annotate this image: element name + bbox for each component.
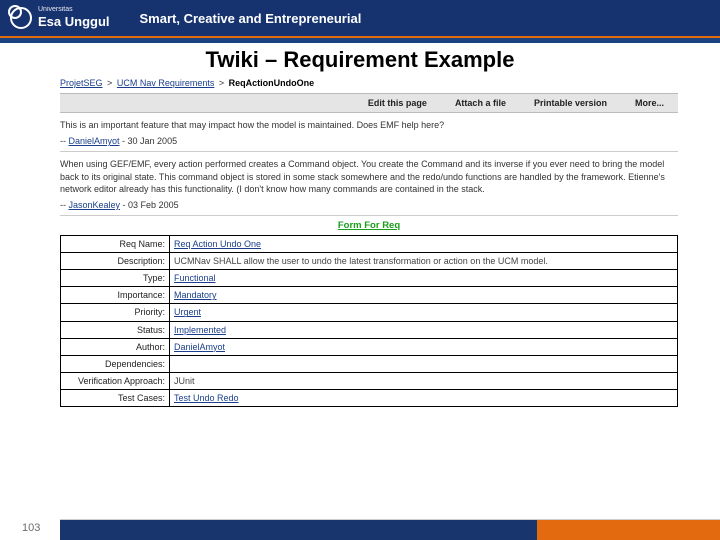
footer-color-bar (60, 520, 720, 540)
brand-top: Universitas (38, 6, 110, 13)
brand-name: Esa Unggul (38, 14, 110, 29)
table-row: Importance: Mandatory (61, 287, 678, 304)
req-name-link[interactable]: Req Action Undo One (174, 239, 261, 249)
breadcrumb-current: ReqActionUndoOne (229, 78, 315, 88)
tab-attach[interactable]: Attach a file (441, 97, 520, 109)
cell-label: Priority: (61, 304, 170, 321)
table-row: Verification Approach:JUnit (61, 372, 678, 389)
cell-label: Verification Approach: (61, 372, 170, 389)
breadcrumb-link-2[interactable]: UCM Nav Requirements (117, 78, 215, 88)
slide-footer: 103 (0, 514, 720, 540)
author-link-2[interactable]: JasonKealey (69, 200, 121, 210)
cell-label: Description: (61, 252, 170, 269)
table-row: Type: Functional (61, 270, 678, 287)
importance-link[interactable]: Mandatory (174, 290, 217, 300)
page-number: 103 (22, 522, 40, 534)
author-link-1[interactable]: DanielAmyot (69, 136, 120, 146)
cell-label: Author: (61, 338, 170, 355)
cell-value: Implemented (170, 321, 678, 338)
table-row: Author: DanielAmyot (61, 338, 678, 355)
footer-bar-blue (60, 520, 537, 540)
cell-label: Req Name: (61, 235, 170, 252)
form-title: Form For Req (60, 220, 678, 233)
cell-value: DanielAmyot (170, 338, 678, 355)
slide-content: ProjetSEG > UCM Nav Requirements > ReqAc… (0, 75, 720, 407)
table-row: Description:UCMNav SHALL allow the user … (61, 252, 678, 269)
tab-printable[interactable]: Printable version (520, 97, 621, 109)
divider (60, 151, 678, 152)
header-tagline: Smart, Creative and Entrepreneurial (140, 11, 362, 26)
cell-value: JUnit (170, 372, 678, 389)
logo-icon (10, 7, 32, 29)
cell-value (170, 355, 678, 372)
table-row: Priority: Urgent (61, 304, 678, 321)
breadcrumb-sep: > (217, 78, 226, 88)
cell-value: UCMNav SHALL allow the user to undo the … (170, 252, 678, 269)
form-author-link[interactable]: DanielAmyot (174, 342, 225, 352)
sig-date-1: 30 Jan 2005 (128, 136, 178, 146)
type-link[interactable]: Functional (174, 273, 216, 283)
priority-link[interactable]: Urgent (174, 307, 201, 317)
sig-date-2: 03 Feb 2005 (128, 200, 179, 210)
breadcrumb: ProjetSEG > UCM Nav Requirements > ReqAc… (60, 75, 678, 93)
breadcrumb-sep: > (105, 78, 114, 88)
cell-label: Importance: (61, 287, 170, 304)
tab-more[interactable]: More... (621, 97, 678, 109)
tab-edit[interactable]: Edit this page (354, 97, 441, 109)
table-row: Req Name: Req Action Undo One (61, 235, 678, 252)
cell-value: Test Undo Redo (170, 390, 678, 407)
status-link[interactable]: Implemented (174, 325, 226, 335)
table-row: Dependencies: (61, 355, 678, 372)
cell-value: Urgent (170, 304, 678, 321)
slide-title: Twiki – Requirement Example (0, 43, 720, 75)
page-action-bar: Edit this page Attach a file Printable v… (60, 93, 678, 113)
signature-1: -- DanielAmyot - 30 Jan 2005 (60, 135, 678, 147)
cell-value: Mandatory (170, 287, 678, 304)
cell-value: Functional (170, 270, 678, 287)
divider (60, 215, 678, 216)
testcases-link[interactable]: Test Undo Redo (174, 393, 239, 403)
breadcrumb-link-1[interactable]: ProjetSEG (60, 78, 103, 88)
signature-2: -- JasonKealey - 03 Feb 2005 (60, 199, 678, 211)
slide-header-bar: Universitas Esa Unggul Smart, Creative a… (0, 0, 720, 36)
requirement-form-table: Req Name: Req Action Undo One Description… (60, 235, 678, 407)
table-row: Status: Implemented (61, 321, 678, 338)
cell-value: Req Action Undo One (170, 235, 678, 252)
cell-label: Test Cases: (61, 390, 170, 407)
body-paragraph-2: When using GEF/EMF, every action perform… (60, 158, 678, 194)
footer-bar-orange (537, 520, 720, 540)
cell-label: Type: (61, 270, 170, 287)
cell-label: Dependencies: (61, 355, 170, 372)
brand-logo: Universitas Esa Unggul (10, 6, 110, 31)
table-row: Test Cases: Test Undo Redo (61, 390, 678, 407)
body-paragraph-1: This is an important feature that may im… (60, 119, 678, 131)
cell-label: Status: (61, 321, 170, 338)
